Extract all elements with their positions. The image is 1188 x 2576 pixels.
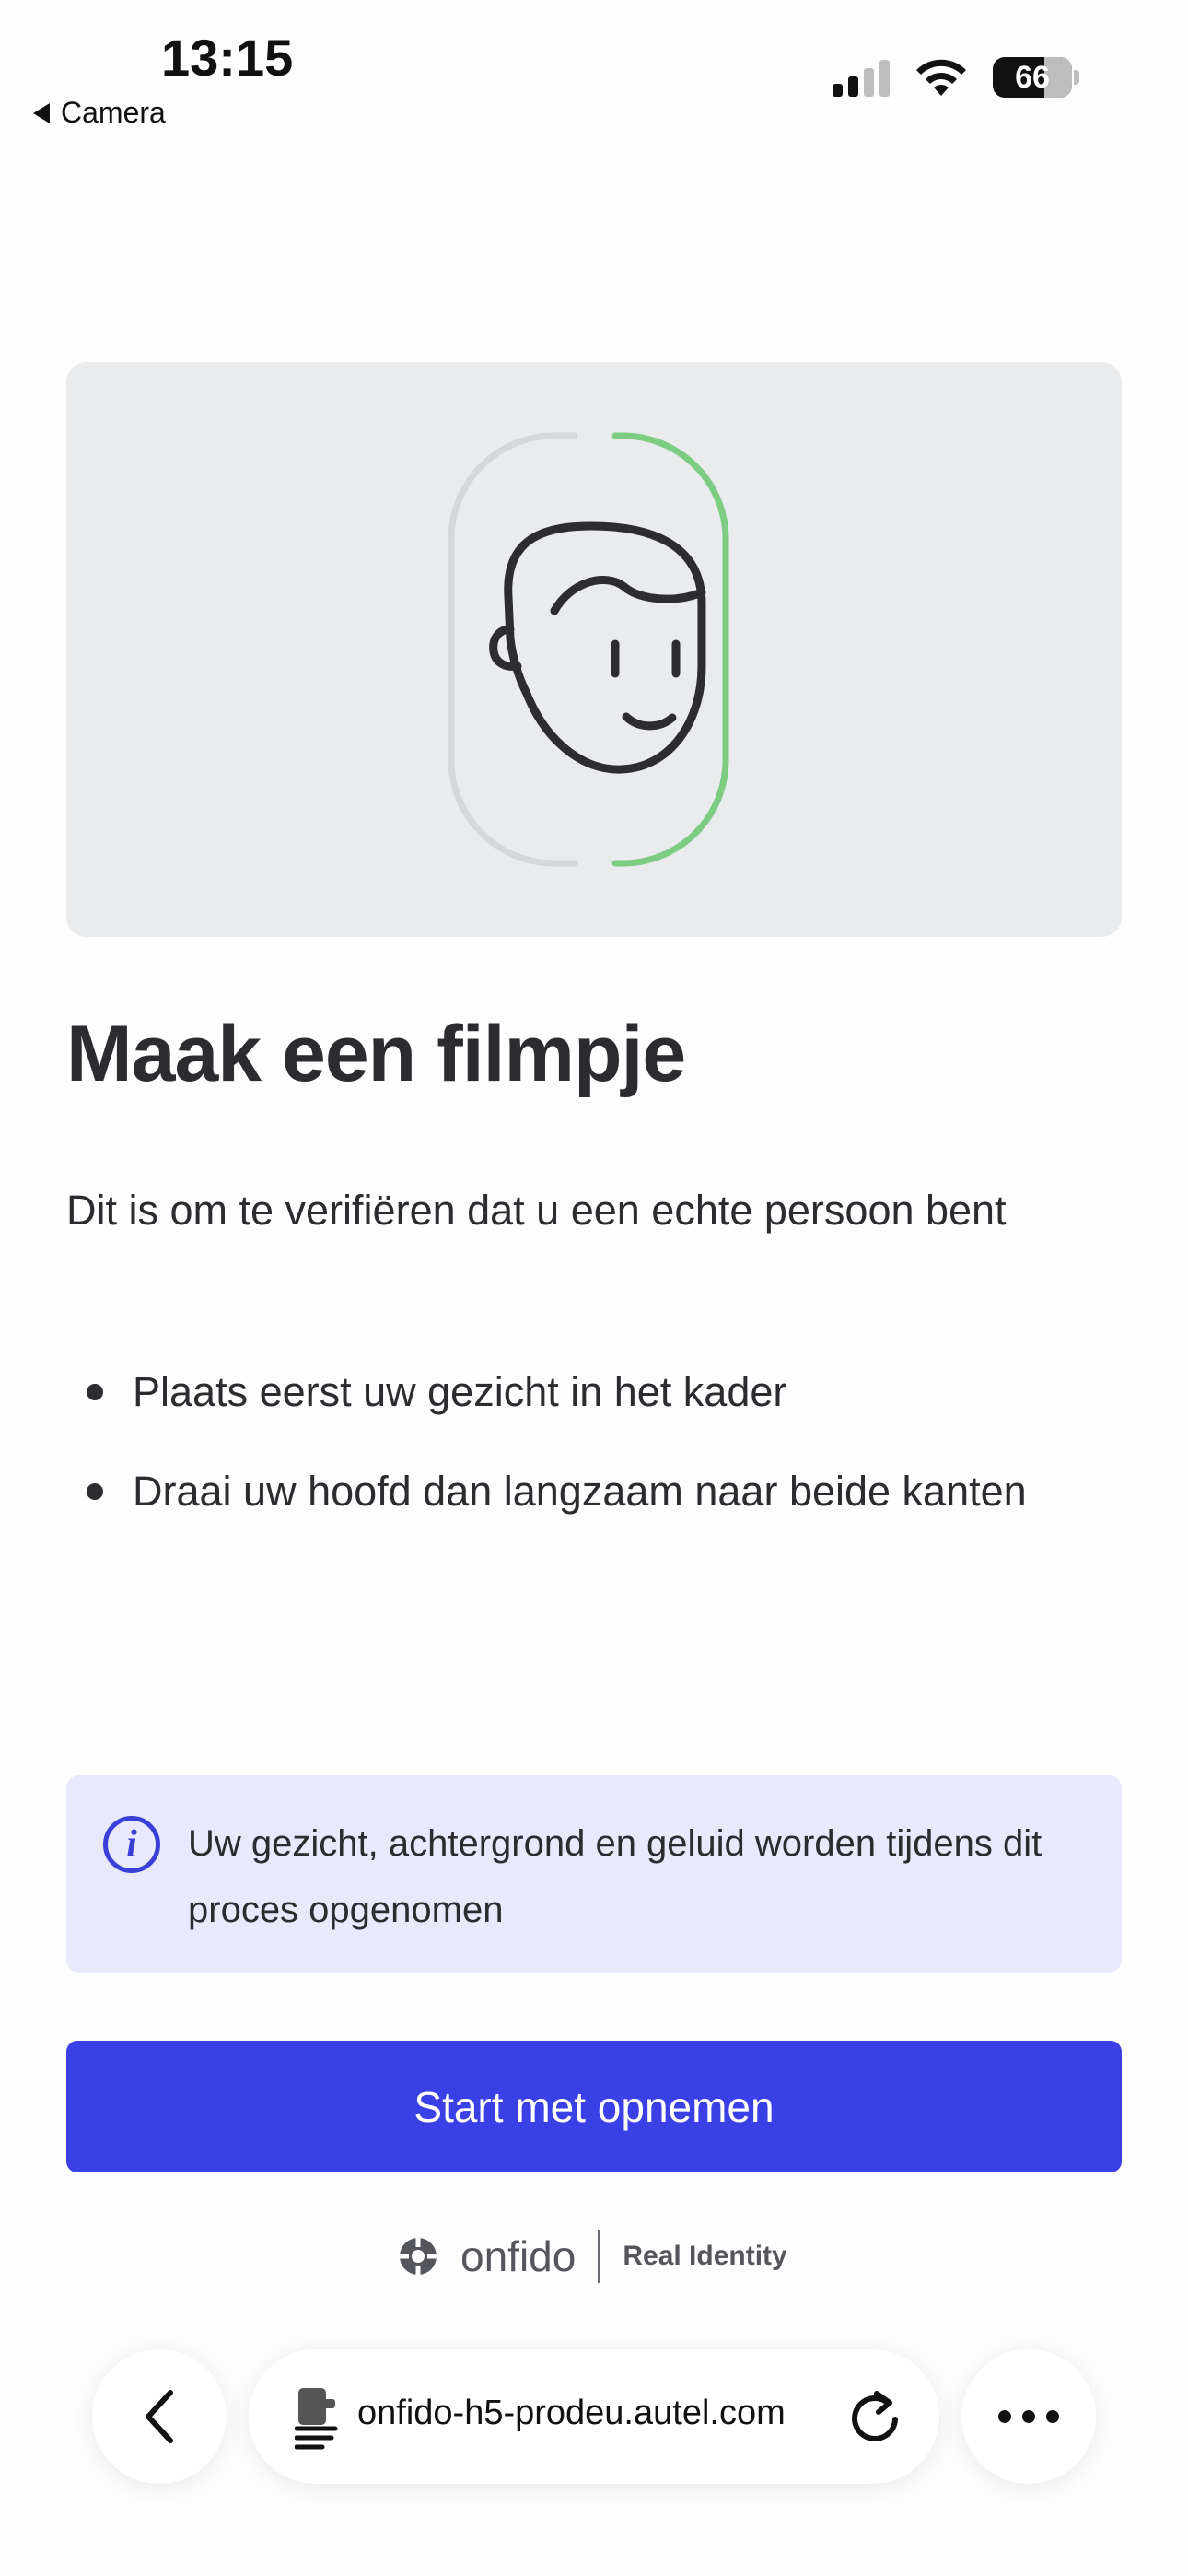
cellular-signal-icon (833, 58, 890, 97)
onfido-brand: onfido Real Identity (396, 2230, 787, 2283)
brand-tagline: Real Identity (623, 2241, 787, 2271)
back-triangle-icon (33, 102, 50, 123)
info-icon: i (103, 1816, 160, 1873)
page-menu-icon (295, 2388, 338, 2450)
instruction-list: Plaats eerst uw gezicht in het kader Dra… (66, 1359, 1079, 1558)
page-title: Maak een filmpje (66, 1010, 686, 1098)
face-turn-illustration (448, 432, 729, 867)
onfido-logo-icon (400, 2238, 437, 2275)
wifi-icon (916, 59, 966, 96)
recording-notice: i Uw gezicht, achtergrond en geluid word… (66, 1775, 1122, 1973)
face-icon (489, 521, 706, 774)
brand-name: onfido (460, 2232, 577, 2280)
status-time: 13:15 (161, 29, 294, 87)
battery-icon: 66 (993, 57, 1072, 98)
status-indicators: 66 (833, 57, 1079, 98)
instruction-item: Draai uw hoofd dan langzaam naar beide k… (66, 1458, 1079, 1525)
back-to-app[interactable]: Camera (33, 96, 166, 130)
address-bar[interactable]: onfido-h5-prodeu.autel.com (249, 2349, 939, 2484)
brand-divider (598, 2230, 601, 2283)
back-app-label: Camera (61, 96, 166, 129)
start-recording-button[interactable]: Start met opnemen (66, 2041, 1122, 2172)
battery-level: 66 (1015, 60, 1050, 95)
hero-illustration-card (66, 362, 1122, 937)
back-chevron-icon (146, 2390, 173, 2443)
instruction-text: Draai uw hoofd dan langzaam naar beide k… (133, 1468, 1027, 1515)
more-options-button[interactable] (961, 2349, 1096, 2484)
url-text: onfido-h5-prodeu.autel.com (357, 2394, 786, 2432)
more-icon (998, 2410, 1059, 2423)
notice-text: Uw gezicht, achtergrond en geluid worden… (188, 1823, 1042, 1930)
face-frame-progress (611, 432, 729, 867)
browser-back-button[interactable] (92, 2349, 227, 2484)
bullet-dot (87, 1384, 103, 1400)
reload-icon[interactable] (845, 2388, 904, 2447)
bullet-dot (87, 1483, 103, 1500)
instruction-text: Plaats eerst uw gezicht in het kader (133, 1368, 787, 1415)
page-subtitle: Dit is om te verifiëren dat u een echte … (66, 1187, 1007, 1234)
instruction-item: Plaats eerst uw gezicht in het kader (66, 1359, 1079, 1425)
